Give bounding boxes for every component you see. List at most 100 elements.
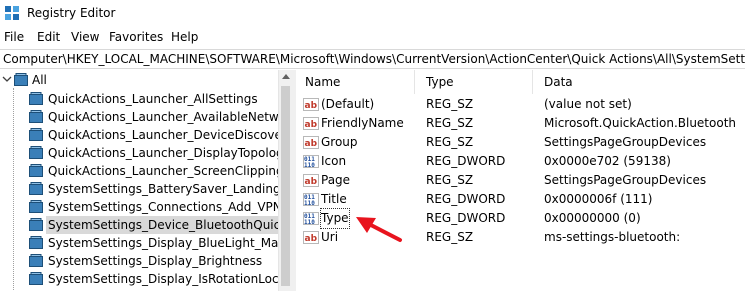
value-data: SettingsPageGroupDevices [544,173,707,187]
dword-value-icon: 011110 [303,212,319,225]
column-divider[interactable] [414,70,415,94]
tree-item[interactable]: SystemSettings_Connections_Add_VPN [0,198,278,216]
value-data: (value not set) [544,97,632,111]
value-name: Page [321,173,351,187]
tree-item-label: SystemSettings_Connections_Add_VPN [48,200,278,214]
table-row[interactable]: ab Group REG_SZ SettingsPageGroupDevices [296,133,745,152]
value-name: Type [320,208,350,229]
window-title: Registry Editor [27,6,116,20]
value-type: REG_SZ [426,97,474,111]
tree-item-label: QuickActions_Launcher_AllSettings [48,92,258,106]
menu-edit[interactable]: Edit [37,30,60,44]
registry-editor-icon [5,6,19,20]
string-value-icon: ab [303,117,319,130]
tree-pane[interactable]: All QuickActions_Launcher_AllSettings Qu… [0,70,278,291]
folder-icon [29,218,43,231]
value-type: REG_SZ [426,173,474,187]
folder-icon [29,182,43,195]
scroll-up-arrow-icon[interactable] [282,74,290,79]
chevron-down-icon[interactable] [2,74,12,84]
column-header-name[interactable]: Name [296,70,340,94]
menu-help[interactable]: Help [171,30,198,44]
value-type: REG_SZ [426,230,474,244]
tree-item-label: QuickActions_Launcher_DisplayTopology [48,146,278,160]
address-path[interactable]: Computer\HKEY_LOCAL_MACHINE\SOFTWARE\Mic… [3,52,745,66]
folder-icon [29,272,43,285]
svg-text:110: 110 [304,200,315,206]
tree-item[interactable]: SystemSettings_Display_Brightness [0,252,278,270]
tree-node-all[interactable]: All [0,71,278,89]
column-header-data[interactable]: Data [535,70,573,94]
tree-item-label: SystemSettings_Display_BlueLight_ManualT [48,236,278,250]
value-name: Title [321,192,347,206]
table-row[interactable]: 011 110 Title REG_DWORD 0x0000006f (111) [296,190,745,209]
menu-favorites[interactable]: Favorites [109,30,163,44]
dword-value-icon: 011110 [303,193,319,206]
tree-item[interactable]: QuickActions_Launcher_AllSettings [0,90,278,108]
folder-icon [29,146,43,159]
tree-item-label: SystemSettings_BatterySaver_LandingPage_ [48,182,278,196]
tree-item-selected[interactable]: SystemSettings_Device_BluetoothQuickAct [0,216,278,234]
value-name: (Default) [321,97,375,111]
tree-item[interactable]: QuickActions_Launcher_AvailableNetworks [0,108,278,126]
folder-icon [29,92,43,105]
folder-icon [29,110,43,123]
title-bar: Registry Editor [0,0,745,28]
table-row[interactable]: ab Page REG_SZ SettingsPageGroupDevices [296,171,745,190]
string-value-icon: ab [303,98,319,111]
tree-item[interactable]: SystemSettings_Display_BlueLight_ManualT [0,234,278,252]
svg-text:ab: ab [305,177,318,187]
scroll-thumb[interactable] [281,86,290,286]
value-type: REG_SZ [426,116,474,130]
tree-item[interactable]: QuickActions_Launcher_DeviceDiscovery [0,126,278,144]
table-row[interactable]: 011 110 Icon REG_DWORD 0x0000e702 (59138) [296,152,745,171]
menu-view[interactable]: View [71,30,99,44]
value-type: REG_DWORD [426,192,506,206]
table-row[interactable]: ab FriendlyName REG_SZ Microsoft.QuickAc… [296,114,745,133]
folder-icon [29,164,43,177]
menu-file[interactable]: File [4,30,24,44]
tree-item[interactable]: QuickActions_Launcher_ScreenClipping [0,162,278,180]
column-divider[interactable] [532,70,533,94]
value-type: REG_DWORD [426,154,506,168]
values-list[interactable]: Name Type Data ab (Default) REG_SZ (valu… [296,70,745,291]
tree-item[interactable]: QuickActions_Launcher_DisplayTopology [0,144,278,162]
value-name: Icon [321,154,347,168]
tree-item-label: SystemSettings_Display_Brightness [48,254,263,268]
value-name: Uri [321,230,339,244]
string-value-icon: ab [303,136,319,149]
value-type: REG_DWORD [426,211,506,225]
svg-text:110: 110 [304,162,315,168]
tree-scrollbar[interactable] [278,70,292,291]
string-value-icon: ab [303,231,319,244]
tree-item[interactable]: SystemSettings_BatterySaver_LandingPage_ [0,180,278,198]
svg-text:110: 110 [304,219,315,225]
value-data: Microsoft.QuickAction.Bluetooth [544,116,737,130]
tree-item-label: SystemSettings_Device_BluetoothQuickAct [46,216,278,234]
string-value-icon: ab [303,174,319,187]
address-bar[interactable]: Computer\HKEY_LOCAL_MACHINE\SOFTWARE\Mic… [0,49,745,69]
table-row[interactable]: ab (Default) REG_SZ (value not set) [296,95,745,114]
value-name: FriendlyName [321,116,404,130]
folder-icon [29,200,43,213]
folder-icon [14,73,28,86]
annotation-arrow-icon [356,217,402,242]
svg-text:ab: ab [305,234,318,244]
folder-icon [29,236,43,249]
svg-text:ab: ab [305,120,318,130]
tree-label-all: All [32,73,47,87]
folder-icon [29,128,43,141]
value-data: 0x00000000 (0) [544,211,641,225]
value-data: SettingsPageGroupDevices [544,135,707,149]
svg-text:ab: ab [305,101,318,111]
menu-bar: File Edit View Favorites Help [0,28,745,48]
svg-text:ab: ab [305,139,318,149]
tree-item-label: QuickActions_Launcher_ScreenClipping [48,164,278,178]
value-data: 0x0000e702 (59138) [544,154,671,168]
value-type: REG_SZ [426,135,474,149]
folder-icon [29,254,43,267]
tree-item-label: SystemSettings_Display_IsRotationLockedC [48,272,278,286]
tree-item[interactable]: SystemSettings_Display_IsRotationLockedC [0,270,278,288]
column-header-type[interactable]: Type [417,70,454,94]
value-data: ms-settings-bluetooth: [544,230,681,244]
